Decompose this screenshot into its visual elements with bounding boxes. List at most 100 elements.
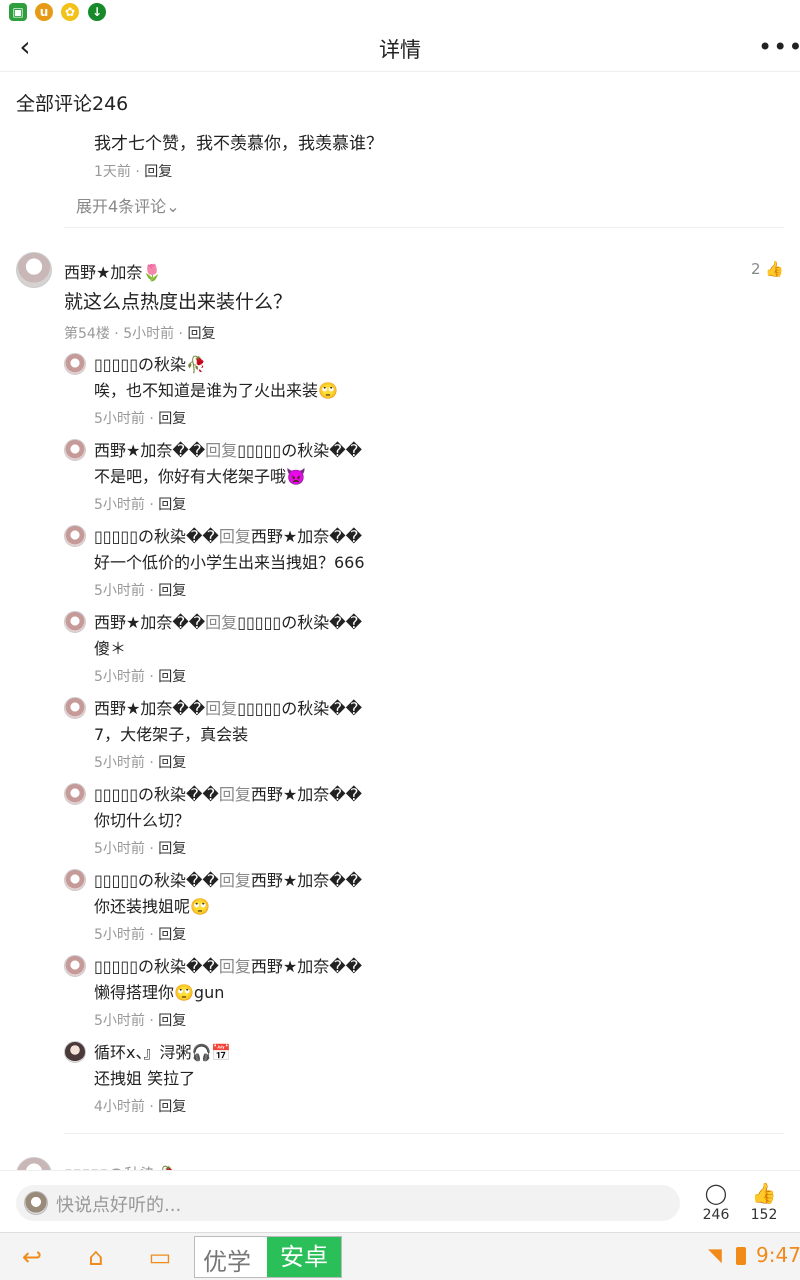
reply-text: 唉，也不知道是谁为了火出来装🙄 [94,381,338,400]
system-nav-bar: ↩ ⌂ ▭ 优学 安卓 ◥ 9:47 [0,1232,800,1280]
avatar[interactable] [64,697,86,719]
reply-button[interactable]: 回复 [158,927,186,943]
avatar[interactable] [16,1157,52,1170]
meta-separator: · [109,326,124,342]
reply-item: 西野★加奈��回复▯▯▯▯▯の秋染�� 7，大佬架子，真会装 5小时前 · 回复 [64,695,764,781]
reply-item: 西野★加奈��回复▯▯▯▯▯の秋染�� 傻＊ 5小时前 · 回复 [64,609,764,695]
comment-text: 就这么点热度出来装什么？ [64,291,293,313]
expand-label: 展开4条评论 [76,197,167,216]
battery-icon [736,1247,746,1265]
reply-text: 好一个低价的小学生出来当拽姐？666 [94,553,365,572]
expand-replies-link[interactable]: 展开4条评论⌄ [76,193,180,217]
ime-option-active[interactable]: 安卓 [267,1237,341,1277]
reply-header: 西野★加奈��回复▯▯▯▯▯の秋染�� [94,609,362,633]
reply-word: 回复 [205,613,238,632]
avatar[interactable] [64,955,86,977]
comments-count-title: 全部评论246 [16,93,129,115]
reply-meta: 5小时前 · 回复 [94,927,187,943]
previous-reply-meta: 1天前 · 回复 [94,161,172,181]
reply-meta: 5小时前 · 回复 [94,411,187,427]
reply-button[interactable]: 回复 [158,583,186,599]
reply-meta: 4小时前 · 回复 [94,1099,187,1115]
reply-target[interactable]: 西野★加奈�� [251,785,362,804]
comment-author[interactable]: 西野★加奈🌷 [64,259,162,283]
comment-time: 5小时前 [123,326,175,342]
top-bar: ‹ 详情 ••• [0,24,800,72]
reply-header: 西野★加奈��回复▯▯▯▯▯の秋染�� [94,437,362,461]
reply-target[interactable]: 西野★加奈�� [251,527,362,546]
nav-back-icon[interactable]: ↩ [12,1241,52,1273]
reply-time: 5小时前 [94,927,145,943]
reply-author[interactable]: 西野★加奈�� [94,441,205,460]
reply-header: ▯▯▯▯▯の秋染��回复西野★加奈�� [94,781,362,805]
nav-home-icon[interactable]: ⌂ [76,1241,116,1273]
reply-author[interactable]: 西野★加奈�� [94,699,205,718]
meta-separator: · [174,326,188,342]
reply-meta: 5小时前 · 回复 [94,583,187,599]
ime-option[interactable]: 优学 [203,1242,251,1277]
reply-item: 循环x、』浔粥🎧📅 还拽姐 笑拉了 4小时前 · 回复 [64,1039,764,1125]
avatar[interactable] [64,783,86,805]
reply-item: ▯▯▯▯▯の秋染🥀 唉，也不知道是谁为了火出来装🙄 5小时前 · 回复 [64,351,764,437]
comment-author[interactable]: ▯▯▯▯▯の秋染🥀 [64,1161,176,1170]
previous-reply-text: 我才七个赞，我不羡慕你，我羡慕谁？ [94,134,383,154]
reply-author[interactable]: ▯▯▯▯▯の秋染�� [94,957,219,976]
comment-input-placeholder[interactable]: 快说点好听的... [56,1191,181,1217]
reply-time: 5小时前 [94,411,145,427]
reply-target[interactable]: ▯▯▯▯▯の秋染�� [237,441,362,460]
reply-text: 傻＊ [94,639,127,658]
reply-item: ▯▯▯▯▯の秋染��回复西野★加奈�� 你切什么切？ 5小时前 · 回复 [64,781,764,867]
reply-button[interactable]: 回复 [158,1013,186,1029]
comment-meta: 第54楼 · 5小时前 · 回复 [64,323,215,343]
avatar[interactable] [64,1041,86,1063]
more-dots-icon[interactable]: ••• [758,32,800,62]
reply-button[interactable]: 回复 [158,669,186,685]
avatar[interactable] [64,869,86,891]
reply-target[interactable]: 西野★加奈�� [251,871,362,890]
like-button[interactable]: 👍 152 [744,1181,784,1223]
reply-button[interactable]: 回复 [158,841,186,857]
reply-author[interactable]: ▯▯▯▯▯の秋染�� [94,527,219,546]
reply-meta: 5小时前 · 回复 [94,755,187,771]
reply-author[interactable]: ▯▯▯▯▯の秋染🥀 [94,355,206,374]
avatar[interactable] [64,525,86,547]
avatar[interactable] [16,252,52,288]
reply-button[interactable]: 回复 [158,411,186,427]
reply-header: ▯▯▯▯▯の秋染🥀 [94,351,206,375]
reply-target[interactable]: ▯▯▯▯▯の秋染�� [237,613,362,632]
reply-author[interactable]: 循环x、』浔粥🎧📅 [94,1043,231,1062]
reply-time: 5小时前 [94,755,145,771]
reply-button[interactable]: 回复 [144,164,172,180]
reply-word: 回复 [218,785,251,804]
thumbs-up-icon: 👍 [751,1181,777,1205]
reply-author[interactable]: ▯▯▯▯▯の秋染�� [94,785,219,804]
reply-author[interactable]: 西野★加奈�� [94,613,205,632]
avatar[interactable] [64,611,86,633]
reply-target[interactable]: 西野★加奈�� [251,957,362,976]
reply-text: 你还装拽姐呢🙄 [94,897,210,916]
reply-author[interactable]: ▯▯▯▯▯の秋染�� [94,871,219,890]
reply-time: 5小时前 [94,669,145,685]
floor-number: 第54楼 [64,326,110,342]
reply-time: 1天前 [94,164,131,180]
reply-time: 5小时前 [94,1013,145,1029]
reply-item: ▯▯▯▯▯の秋染��回复西野★加奈�� 懒得搭理你🙄gun 5小时前 · 回复 [64,953,764,1039]
reply-header: 西野★加奈��回复▯▯▯▯▯の秋染�� [94,695,362,719]
reply-text: 你切什么切？ [94,811,191,830]
reply-button[interactable]: 回复 [158,1099,186,1115]
reply-button[interactable]: 回复 [187,326,215,342]
nav-recent-apps-icon[interactable]: ▭ [140,1241,180,1273]
reply-button[interactable]: 回复 [158,755,186,771]
reply-header: ▯▯▯▯▯の秋染��回复西野★加奈�� [94,867,362,891]
reply-target[interactable]: ▯▯▯▯▯の秋染�� [237,699,362,718]
comments-button[interactable]: ◯ 246 [696,1181,736,1223]
comment-list[interactable]: 全部评论246 我才七个赞，我不羡慕你，我羡慕谁？ 1天前 · 回复 展开4条评… [0,73,800,1170]
reply-time: 4小时前 [94,1099,145,1115]
u-icon: u [35,3,53,21]
input-method-switcher[interactable]: 优学 安卓 [194,1236,342,1278]
reply-button[interactable]: 回复 [158,497,186,513]
download-icon: ↓ [88,3,106,21]
comment-like-button[interactable]: 2 👍 [751,260,784,278]
avatar[interactable] [64,439,86,461]
avatar[interactable] [64,353,86,375]
